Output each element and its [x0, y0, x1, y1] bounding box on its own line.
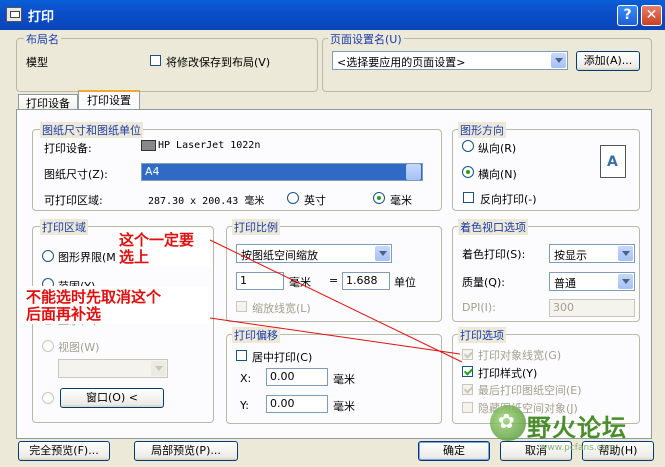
unit-mm-label[interactable]: 毫米 — [390, 192, 412, 208]
offset-x-input[interactable]: 0.00 — [266, 368, 328, 386]
plot-lineweights-label[interactable]: 打印对象线宽(G) — [478, 347, 561, 363]
shade-plot-label: 着色打印(S): — [462, 248, 526, 261]
full-preview-button[interactable]: 完全预览(F)... — [18, 441, 110, 461]
window-title: 打印 — [28, 10, 55, 25]
print-dialog: 打印 ? ✕ 布局名 模型 将修改保存到布局(V) 页面设置名(U) <选择要应… — [0, 0, 665, 467]
scale-unit2: 单位 — [394, 276, 416, 289]
printable-area-value: 287.30 x 200.43 毫米 — [148, 196, 265, 207]
window-radio[interactable] — [42, 392, 54, 404]
scale-unit1: 毫米 — [289, 276, 311, 289]
print-scale-group-label: 打印比例 — [232, 219, 280, 235]
scale-value2-input[interactable]: 1.688 — [342, 272, 390, 290]
offset-y-input[interactable]: 0.00 — [266, 395, 328, 413]
layout-name: 模型 — [26, 56, 48, 69]
portrait-radio[interactable] — [462, 140, 474, 152]
print-icon — [6, 7, 22, 22]
print-options-group-label: 打印选项 — [458, 327, 506, 343]
paper-size-value: A4 — [145, 165, 160, 178]
plot-paperspace-last-checkbox[interactable] — [462, 384, 473, 395]
close-icon[interactable]: ✕ — [641, 5, 662, 26]
quality-select[interactable]: 普通 — [549, 272, 635, 291]
watermark-text: 野火论坛 — [527, 413, 627, 442]
landscape-label[interactable]: 横向(N) — [478, 166, 517, 182]
page-setup-value: <选择要应用的页面设置> — [337, 56, 466, 69]
page-setup-group-label: 页面设置名(U) — [328, 31, 404, 47]
offset-y-unit: 毫米 — [333, 400, 355, 413]
shade-viewport-group-label: 着色视口选项 — [458, 219, 528, 235]
scale-lineweights-label[interactable]: 缩放线宽(L) — [252, 300, 311, 316]
scale-select[interactable]: 按图纸空间缩放 — [236, 244, 392, 263]
chevron-down-icon[interactable] — [151, 361, 166, 376]
save-changes-checkbox[interactable] — [150, 55, 161, 66]
ok-button[interactable]: 确定 — [418, 441, 490, 461]
shade-plot-value: 按显示 — [554, 249, 587, 262]
layout-group-label: 布局名 — [24, 31, 61, 47]
limits-label[interactable]: 图形界限(M) — [58, 249, 120, 265]
plot-styles-label[interactable]: 打印样式(Y) — [478, 365, 537, 381]
unit-mm-radio[interactable] — [373, 192, 385, 204]
plot-styles-checkbox[interactable] — [462, 366, 473, 377]
page-orientation-icon — [600, 145, 626, 178]
chevron-down-icon[interactable] — [551, 53, 566, 68]
partial-preview-button[interactable]: 局部预览(P)... — [134, 441, 238, 461]
print-area-group-label: 打印区域 — [40, 219, 88, 235]
printer-icon — [141, 140, 156, 151]
annotation-note-2-line2: 后面再补选 — [26, 305, 102, 323]
window-button[interactable]: 窗口(O) < — [60, 388, 164, 408]
device-label: 打印设备: — [44, 142, 92, 155]
landscape-radio[interactable] — [462, 166, 474, 178]
scale-value1-input[interactable]: 1 — [236, 272, 284, 290]
scale-value: 按图纸空间缩放 — [241, 249, 318, 262]
device-value: HP LaserJet 1022n — [158, 140, 261, 151]
unit-inch-radio[interactable] — [287, 192, 299, 204]
unit-inch-label[interactable]: 英寸 — [304, 192, 326, 208]
offset-x-unit: 毫米 — [333, 373, 355, 386]
view-radio[interactable] — [42, 340, 54, 352]
quality-label: 质量(Q): — [462, 276, 505, 289]
shade-plot-select[interactable]: 按显示 — [549, 244, 635, 263]
reverse-print-checkbox[interactable] — [463, 192, 474, 203]
quality-value: 普通 — [554, 277, 576, 290]
paper-size-label: 图纸尺寸(Z): — [44, 168, 108, 181]
offset-y-label: Y: — [240, 399, 249, 412]
view-label[interactable]: 视图(W) — [58, 339, 99, 355]
annotation-note-2-line1: 不能选时先取消这个 — [26, 288, 162, 306]
orientation-group-label: 图形方向 — [458, 122, 506, 138]
chevron-down-icon[interactable] — [618, 246, 633, 261]
hide-paperspace-objects-checkbox[interactable] — [462, 402, 473, 413]
center-print-checkbox[interactable] — [236, 350, 247, 361]
limits-radio[interactable] — [42, 250, 54, 262]
save-changes-label[interactable]: 将修改保存到布局(V) — [166, 54, 270, 70]
print-offset-group-label: 打印偏移 — [232, 327, 280, 343]
dpi-input[interactable]: 300 — [549, 299, 635, 317]
center-print-label[interactable]: 居中打印(C) — [252, 349, 312, 365]
chevron-down-icon[interactable] — [406, 164, 421, 180]
annotation-note-1-line2: 选上 — [119, 248, 150, 266]
portrait-label[interactable]: 纵向(R) — [478, 140, 516, 156]
plot-lineweights-checkbox[interactable] — [462, 349, 473, 360]
title-bar[interactable]: 打印 ? ✕ — [0, 0, 665, 30]
chevron-down-icon[interactable] — [375, 246, 390, 261]
paper-size-select[interactable]: A4 — [141, 163, 423, 181]
paper-group-label: 图纸尺寸和图纸单位 — [40, 122, 143, 138]
help-icon[interactable]: ? — [617, 5, 638, 26]
chevron-down-icon[interactable] — [618, 274, 633, 289]
watermark-url: www.pcfans.com — [540, 443, 616, 453]
watermark-logo — [490, 405, 526, 441]
printable-area-label: 可打印区域: — [44, 194, 103, 207]
add-page-setup-button[interactable]: 添加(A)... — [576, 51, 640, 71]
plot-paperspace-last-label[interactable]: 最后打印图纸空间(E) — [478, 382, 582, 398]
dpi-label: DPI(I): — [462, 301, 496, 314]
page-setup-select[interactable]: <选择要应用的页面设置> — [332, 51, 568, 70]
annotation-note-1-line1: 这个一定要 — [119, 231, 195, 249]
offset-x-label: X: — [240, 372, 252, 385]
scale-lineweights-checkbox[interactable] — [236, 301, 247, 312]
reverse-print-label[interactable]: 反向打印(-) — [480, 191, 537, 207]
scale-equals: = — [329, 274, 339, 287]
view-select[interactable] — [58, 359, 168, 378]
